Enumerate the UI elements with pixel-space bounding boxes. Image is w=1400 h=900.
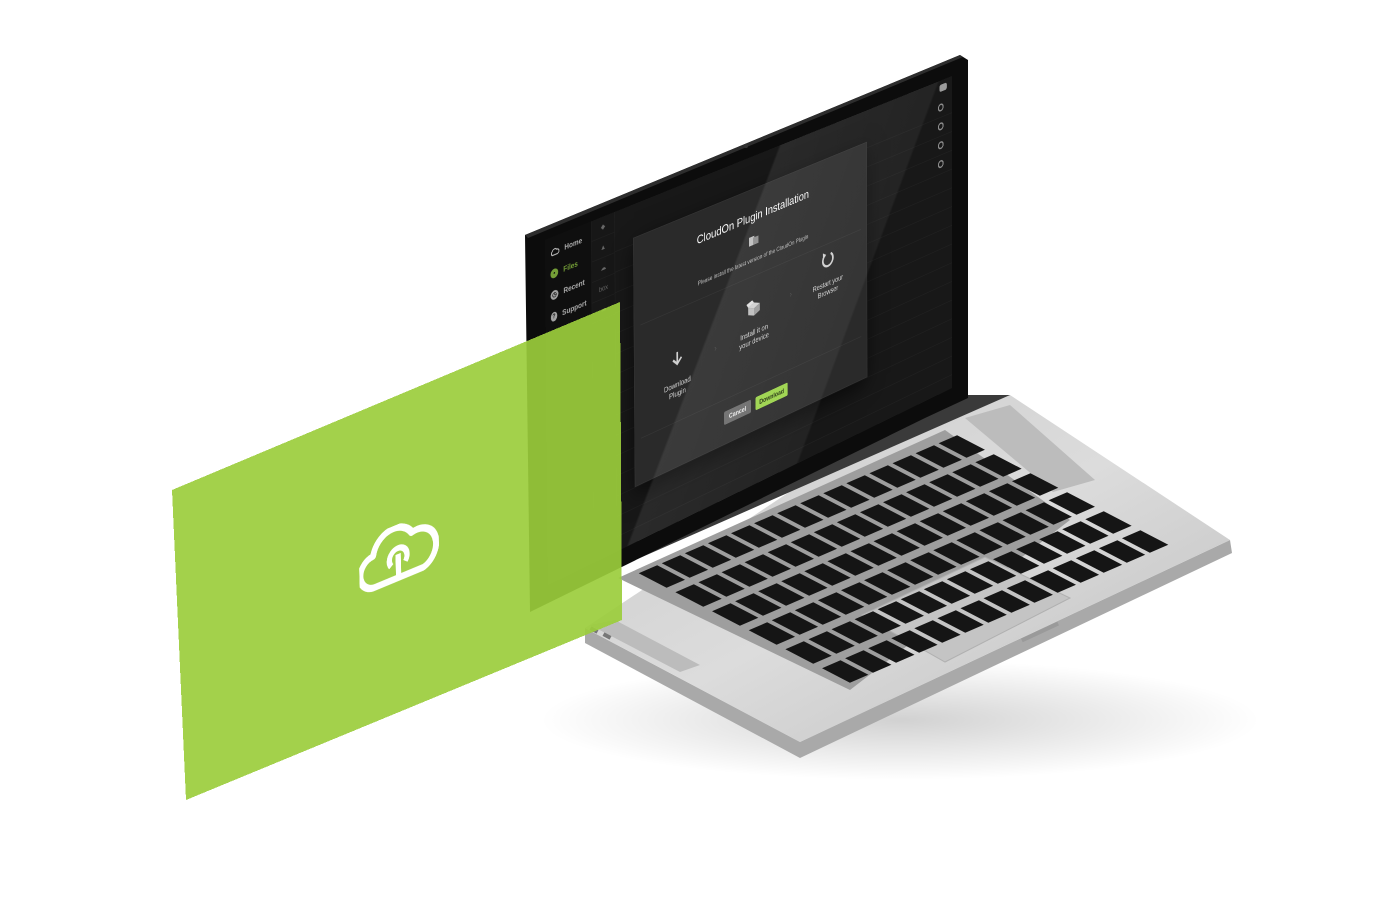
step-restart: Restart your Browser xyxy=(794,230,861,367)
step-install: Install it on your device xyxy=(719,261,789,401)
cancel-button[interactable]: Cancel xyxy=(724,399,751,426)
chevron-right-icon: › xyxy=(714,342,717,354)
plugin-icon xyxy=(749,235,759,247)
step-download: Download Plugin xyxy=(640,294,713,438)
step-label: Restart your Browser xyxy=(812,273,844,301)
chevron-right-icon: › xyxy=(789,288,792,300)
product-mockup-stage: Home ▪ Files ◷ Recent ? Support ◆ ▲ ☁ bo… xyxy=(0,0,1400,900)
step-label: Download Plugin xyxy=(663,374,691,402)
step-label: Install it on your device xyxy=(739,322,769,353)
open-box-icon xyxy=(746,299,760,319)
download-arrow-icon xyxy=(668,344,686,374)
cloudon-logo-icon xyxy=(358,507,439,603)
download-button[interactable]: Download xyxy=(755,382,788,411)
camera-icon xyxy=(744,144,748,148)
restart-icon xyxy=(819,245,836,274)
